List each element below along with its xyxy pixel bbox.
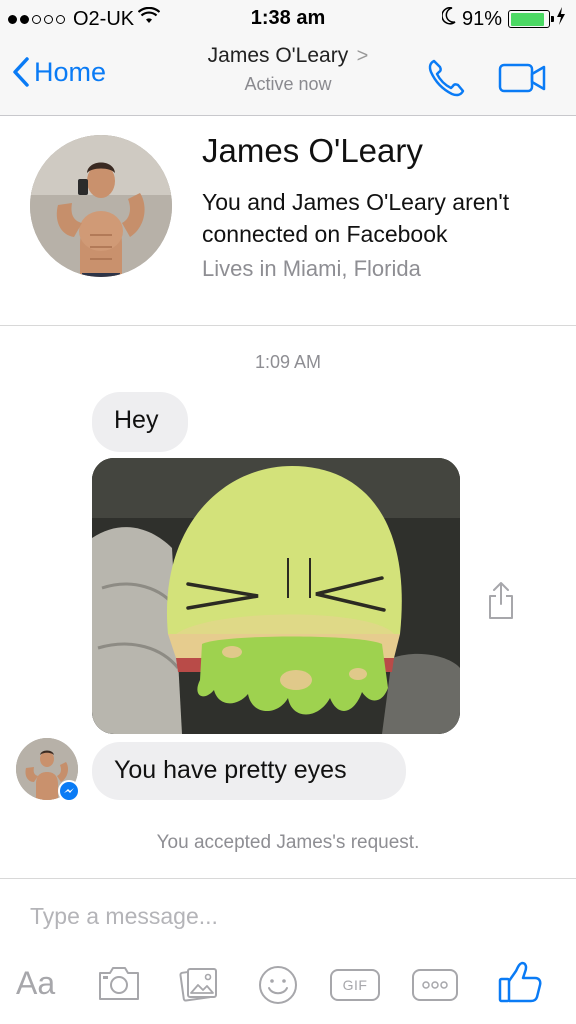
message-bubble[interactable]: Hey bbox=[92, 392, 188, 452]
more-icon bbox=[422, 981, 448, 989]
message-photo[interactable] bbox=[92, 458, 460, 734]
share-icon bbox=[489, 582, 513, 619]
gallery-icon bbox=[179, 968, 217, 1002]
message-text: Hey bbox=[114, 406, 159, 434]
share-button[interactable] bbox=[486, 580, 516, 625]
composer: Aa GIF bbox=[0, 878, 576, 1024]
emoji-button[interactable] bbox=[256, 963, 300, 1007]
like-icon bbox=[498, 961, 542, 1003]
message-text: You have pretty eyes bbox=[114, 756, 347, 784]
gif-icon: GIF bbox=[342, 977, 368, 993]
battery-fill bbox=[510, 12, 545, 26]
messenger-badge-icon bbox=[58, 780, 80, 802]
charging-icon bbox=[556, 7, 566, 31]
camera-button[interactable] bbox=[96, 963, 142, 1003]
battery-info: 91% bbox=[441, 7, 566, 31]
nav-bar: Home James O'Leary > Active now bbox=[0, 36, 576, 116]
more-button[interactable] bbox=[412, 969, 458, 1001]
chevron-right-icon: > bbox=[356, 45, 369, 67]
video-camera-icon bbox=[498, 63, 546, 93]
moon-icon bbox=[441, 7, 456, 31]
location-text: Lives in Miami, Florida bbox=[202, 256, 421, 281]
profile-avatar[interactable] bbox=[30, 135, 172, 277]
connection-text: You and James O'Leary aren't connected o… bbox=[202, 189, 510, 247]
profile-name: James O'Leary bbox=[202, 132, 423, 169]
gif-button[interactable]: GIF bbox=[330, 969, 380, 1001]
message-bubble[interactable]: You have pretty eyes bbox=[92, 742, 406, 800]
status-bar: O2-UK 1:38 am 91% bbox=[0, 0, 576, 36]
active-status: Active now bbox=[244, 74, 332, 94]
battery-icon bbox=[508, 10, 554, 28]
battery-percent: 91% bbox=[461, 7, 502, 30]
message-input[interactable] bbox=[30, 903, 530, 930]
nav-title: James O'Leary bbox=[207, 44, 349, 67]
like-button[interactable] bbox=[496, 959, 544, 1007]
aa-icon[interactable]: Aa bbox=[16, 965, 55, 1002]
system-note: You accepted James's request. bbox=[156, 832, 420, 853]
call-button[interactable] bbox=[426, 58, 468, 103]
gallery-button[interactable] bbox=[176, 963, 220, 1003]
camera-icon bbox=[99, 967, 139, 1000]
video-call-button[interactable] bbox=[498, 62, 548, 99]
composer-toolbar: Aa GIF bbox=[0, 961, 576, 1011]
emoji-icon bbox=[259, 966, 297, 1004]
nav-title-area[interactable]: James O'Leary > Active now bbox=[0, 44, 576, 95]
profile-header: James O'Leary You and James O'Leary aren… bbox=[0, 116, 576, 326]
message-timestamp: 1:09 AM bbox=[254, 352, 322, 372]
phone-icon bbox=[428, 59, 465, 97]
